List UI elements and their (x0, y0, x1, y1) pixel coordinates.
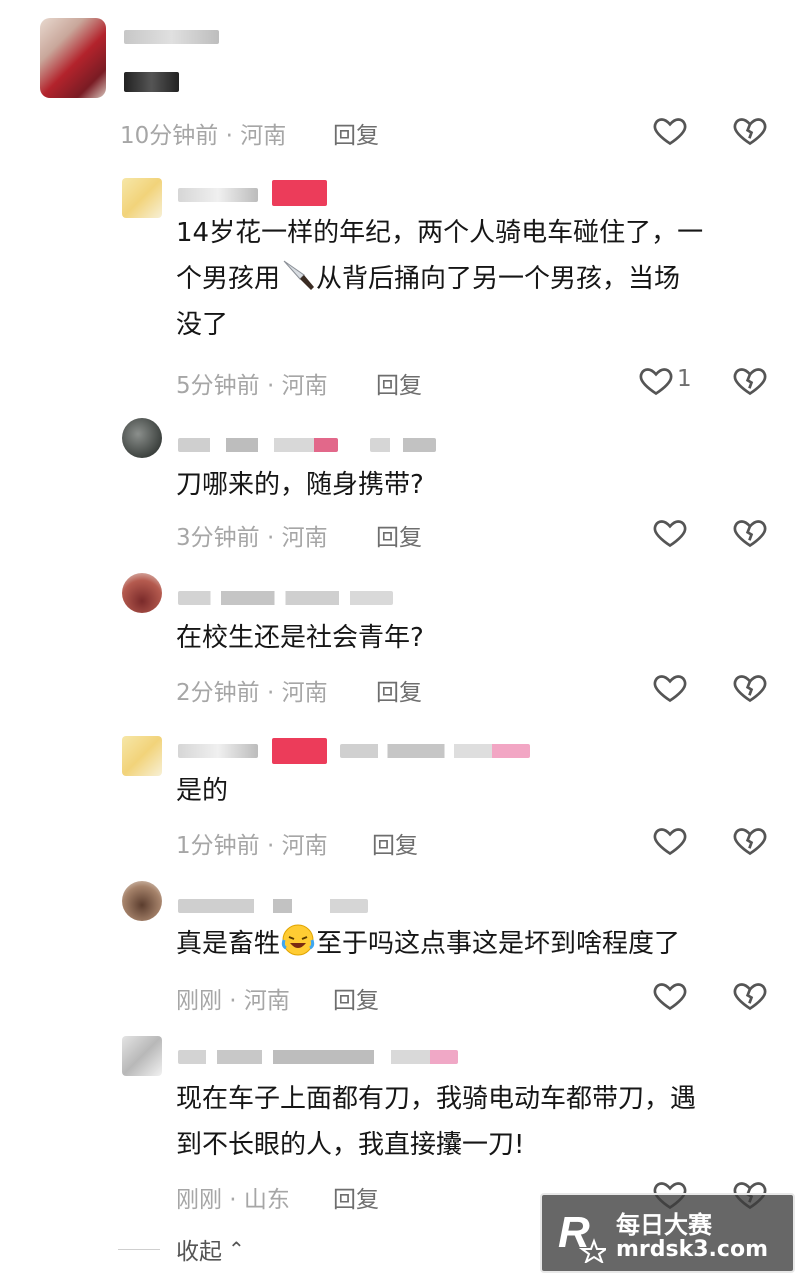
broken-heart-icon[interactable] (732, 362, 768, 398)
reply-button[interactable]: 回复 (372, 826, 418, 860)
comment-item: 14岁花一样的年纪，两个人骑电车碰住了，一 个男孩用 从背后捅向了另一个男孩，当场… (0, 160, 800, 410)
broken-heart-icon[interactable] (732, 112, 768, 148)
username-blurred-tail (340, 744, 530, 758)
heart-outline-icon[interactable] (638, 362, 674, 398)
broken-heart-icon[interactable] (732, 514, 768, 550)
site-logo-icon: R (558, 1208, 606, 1263)
comment-item: 现在车子上面都有刀，我骑电动车都带刀，遇 到不长眼的人，我直接攮一刀! 刚刚 ·… (0, 1028, 800, 1218)
comment-text: 在校生还是社会青年? (176, 623, 424, 653)
comment-text-blurred (124, 72, 179, 92)
reply-button[interactable]: 回复 (376, 366, 422, 400)
reply-button[interactable]: 回复 (333, 981, 379, 1015)
chevron-up-icon: ⌃ (228, 1237, 245, 1261)
username-blurred-tail (370, 438, 436, 452)
avatar[interactable] (122, 736, 162, 776)
avatar[interactable] (122, 418, 162, 458)
heart-outline-icon[interactable] (652, 977, 688, 1013)
laughing-crying-emoji-icon (281, 924, 315, 956)
username-blurred[interactable] (178, 744, 258, 758)
comment-time: 3分钟前 · 河南 (176, 525, 328, 551)
avatar[interactable] (122, 881, 162, 921)
watermark: R 每日大赛 mrdsk3.com (540, 1193, 795, 1273)
username-blurred[interactable] (178, 591, 393, 605)
heart-outline-icon[interactable] (652, 514, 688, 550)
watermark-title: 每日大赛 (616, 1211, 712, 1239)
comment-time: 5分钟前 · 河南 (176, 373, 328, 399)
avatar[interactable] (122, 178, 162, 218)
comment-text: 14岁花一样的年纪，两个人骑电车碰住了，一 个男孩用 从背后捅向了另一个男孩，当场… (176, 218, 704, 340)
comment-time: 2分钟前 · 河南 (176, 680, 328, 706)
divider (118, 1248, 160, 1250)
user-badge-blurred (272, 180, 327, 206)
username-blurred[interactable] (178, 438, 338, 452)
username-blurred[interactable] (178, 899, 368, 913)
comment-time: 刚刚 · 河南 (176, 988, 290, 1014)
knife-emoji-icon (283, 260, 315, 290)
comment-time: 10分钟前 · 河南 (120, 123, 287, 149)
avatar[interactable] (122, 1036, 162, 1076)
comment-text: 真是畜牲 至于吗这点事这是坏到啥程度了 (176, 921, 680, 967)
comment-text: 刀哪来的，随身携带? (176, 470, 424, 500)
comment-text: 现在车子上面都有刀，我骑电动车都带刀，遇 到不长眼的人，我直接攮一刀! (176, 1084, 697, 1160)
avatar[interactable] (122, 573, 162, 613)
like-count: 1 (677, 366, 692, 392)
heart-outline-icon[interactable] (652, 112, 688, 148)
username-blurred[interactable] (178, 1050, 458, 1064)
broken-heart-icon[interactable] (732, 669, 768, 705)
username-blurred[interactable] (124, 30, 219, 44)
reply-button[interactable]: 回复 (333, 116, 379, 150)
broken-heart-icon[interactable] (732, 977, 768, 1013)
heart-outline-icon[interactable] (652, 822, 688, 858)
watermark-url: mrdsk3.com (616, 1237, 768, 1262)
comment-item: 10分钟前 · 河南 回复 (0, 0, 800, 160)
comment-time: 刚刚 · 山东 (176, 1187, 290, 1213)
comment-text: 是的 (176, 776, 229, 806)
reply-button[interactable]: 回复 (333, 1180, 379, 1214)
comment-item: 刀哪来的，随身携带? 3分钟前 · 河南 回复 (0, 410, 800, 565)
collapse-replies-button[interactable]: 收起 ⌃ (118, 1232, 245, 1266)
comment-item: 在校生还是社会青年? 2分钟前 · 河南 回复 (0, 565, 800, 718)
reply-button[interactable]: 回复 (376, 673, 422, 707)
avatar[interactable] (40, 18, 106, 98)
comment-item: 是的 1分钟前 · 河南 回复 (0, 718, 800, 873)
username-blurred[interactable] (178, 188, 258, 202)
broken-heart-icon[interactable] (732, 822, 768, 858)
reply-button[interactable]: 回复 (376, 518, 422, 552)
heart-outline-icon[interactable] (652, 669, 688, 705)
comment-item: 真是畜牲 至于吗这点事这是坏到啥程度了 刚刚 · 河南 回复 (0, 873, 800, 1028)
user-badge-blurred (272, 738, 327, 764)
comment-time: 1分钟前 · 河南 (176, 833, 328, 859)
collapse-label: 收起 (176, 1239, 222, 1265)
